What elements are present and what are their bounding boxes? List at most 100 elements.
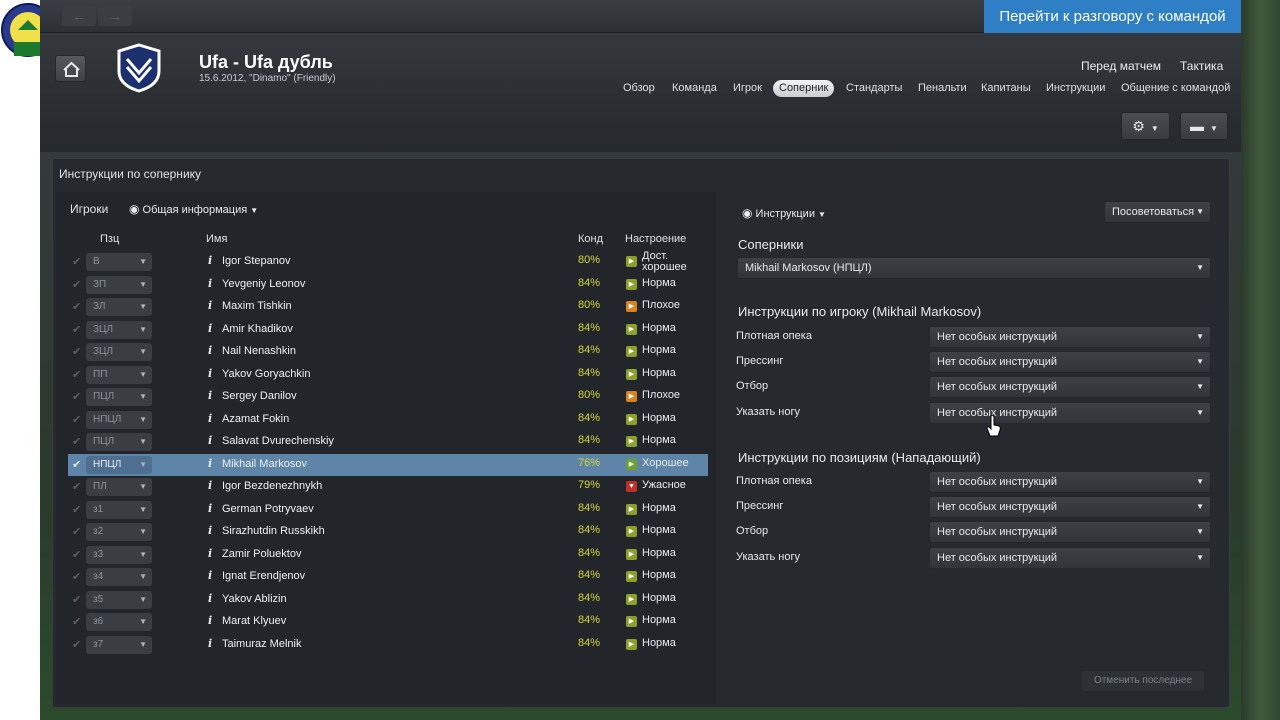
tab-penalties[interactable]: Пенальти [912,80,973,97]
check-icon[interactable]: ✔ [72,255,81,268]
check-icon[interactable]: ✔ [72,368,81,381]
player-row[interactable]: ✔ НПЦЛ ▼ i Azamat Fokin 84% ▶ Норма [68,409,708,431]
player-name[interactable]: Mikhail Markosov [222,458,307,470]
info-icon[interactable]: i [208,637,212,650]
player-row[interactable]: ✔ ЗЛ ▼ i Maxim Tishkin 80% ▶ Плохое [68,296,708,318]
player-row[interactable]: ✔ з3 ▼ i Zamir Poluektov 84% ▶ Норма [68,544,708,566]
position-select[interactable]: ПЛ ▼ [86,478,152,496]
info-icon[interactable]: i [208,367,212,380]
player-row[interactable]: ✔ ЗЦЛ ▼ i Amir Khadikov 84% ▶ Норма [68,319,708,341]
player-row[interactable]: ✔ В ▼ i Igor Stepanov 80% ▶ Дост. хорошее [68,251,708,273]
position-select[interactable]: з1 ▼ [86,500,152,519]
position-select[interactable]: ПЦЛ ▼ [86,388,152,406]
position-select[interactable]: ЗЦЛ ▼ [86,343,152,361]
player-row[interactable]: ✔ ЗП ▼ i Yevgeniy Leonov 84% ▶ Норма [68,274,708,296]
position-select[interactable]: з6 ▼ [86,613,152,631]
player-name[interactable]: Marat Klyuev [222,615,286,627]
instruction-select[interactable]: Нет особых инструкций ▼ [929,471,1211,493]
info-icon[interactable]: i [208,412,212,425]
check-icon[interactable]: ✔ [72,480,81,493]
column-mood[interactable]: Настроение [625,233,686,245]
check-icon[interactable]: ✔ [72,390,81,403]
check-icon[interactable]: ✔ [72,593,81,606]
player-row[interactable]: ✔ з6 ▼ i Marat Klyuev 84% ▶ Норма [68,611,708,633]
tab-team-talk[interactable]: Общение с командой [1115,80,1236,97]
column-position[interactable]: Пзц [100,233,119,245]
instruction-select[interactable]: Нет особых инструкций ▼ [929,376,1211,399]
check-icon[interactable]: ✔ [72,615,81,628]
chat-button[interactable]: ▬ ▼ [1180,112,1228,140]
position-select[interactable]: ЗЛ ▼ [86,298,152,316]
position-select[interactable]: з5 ▼ [86,590,152,609]
instruction-select[interactable]: Нет особых инструкций ▼ [929,521,1211,544]
instruction-select[interactable]: Нет особых инструкций ▼ [929,496,1211,519]
player-row[interactable]: ✔ з4 ▼ i Ignat Erendjenov 84% ▶ Норма [68,566,708,588]
check-icon[interactable]: ✔ [72,525,81,538]
instruction-select[interactable]: Нет особых инструкций ▼ [929,401,1211,424]
player-row[interactable]: ✔ ЗЦЛ ▼ i Nail Nenashkin 84% ▶ Норма [68,341,708,363]
info-icon[interactable]: i [208,592,212,605]
position-select[interactable]: ЗЦЛ ▼ [86,320,152,339]
info-icon[interactable]: i [208,299,212,312]
tab-overview[interactable]: Обзор [617,80,661,97]
position-select[interactable]: з2 ▼ [86,523,152,541]
player-row[interactable]: ✔ з2 ▼ i Sirazhutdin Russkikh 84% ▶ Норма [68,521,708,543]
instruction-select[interactable]: Нет особых инструкций ▼ [929,546,1211,569]
instruction-select[interactable]: Нет особых инструкций ▼ [929,351,1211,374]
position-select[interactable]: ПП ▼ [86,365,152,384]
check-icon[interactable]: ✔ [72,413,81,426]
instruction-select[interactable]: Нет особых инструкций ▼ [929,326,1211,348]
player-name[interactable]: Azamat Fokin [222,413,289,425]
player-row[interactable]: ✔ ПП ▼ i Yakov Goryachkin 84% ▶ Норма [68,364,708,386]
column-name[interactable]: Имя [206,233,227,245]
forward-button[interactable]: → [98,6,132,26]
info-icon[interactable]: i [208,479,212,492]
player-name[interactable]: Yakov Goryachkin [222,368,310,380]
check-icon[interactable]: ✔ [72,435,81,448]
tab-instructions[interactable]: Инструкции [1040,80,1111,97]
info-icon[interactable]: i [208,524,212,537]
link-pre-match[interactable]: Перед матчем [1081,59,1161,73]
check-icon[interactable]: ✔ [72,278,81,291]
check-icon[interactable]: ✔ [72,548,81,561]
position-select[interactable]: з7 ▼ [86,635,152,654]
info-icon[interactable]: i [208,614,212,627]
players-view-select[interactable]: ◉ Общая информация ▼ [129,202,258,216]
column-condition[interactable]: Конд [578,233,603,245]
check-icon[interactable]: ✔ [72,570,81,583]
position-select[interactable]: НПЦЛ ▼ [86,455,152,474]
home-button[interactable] [55,55,86,82]
player-name[interactable]: Igor Stepanov [222,255,291,267]
position-select[interactable]: В ▼ [86,253,152,271]
info-icon[interactable]: i [208,502,212,515]
player-name[interactable]: Nail Nenashkin [222,345,296,357]
player-name[interactable]: Zamir Poluektov [222,548,301,560]
info-icon[interactable]: i [208,434,212,447]
advise-button[interactable]: Посоветоваться ▼ [1104,201,1211,223]
position-select[interactable]: з4 ▼ [86,568,152,586]
link-tactics[interactable]: Тактика [1180,59,1223,73]
info-icon[interactable]: i [208,547,212,560]
player-name[interactable]: Salavat Dvurechenskiy [222,435,334,447]
tab-captains[interactable]: Капитаны [975,80,1037,97]
player-row[interactable]: ✔ з1 ▼ i German Potryvaev 84% ▶ Норма [68,499,708,521]
check-icon[interactable]: ✔ [72,503,81,516]
info-icon[interactable]: i [208,254,212,267]
player-name[interactable]: Yakov Ablizin [222,593,287,605]
player-name[interactable]: Sirazhutdin Russkikh [222,525,325,537]
player-name[interactable]: Ignat Erendjenov [222,570,305,582]
opponent-select[interactable]: Mikhail Markosov (НПЦЛ) ▼ [737,257,1211,279]
tab-set-pieces[interactable]: Стандарты [840,80,908,97]
player-name[interactable]: Yevgeniy Leonov [222,278,305,290]
check-icon[interactable]: ✔ [72,638,81,651]
settings-button[interactable]: ⚙ ▼ [1121,112,1170,140]
player-row[interactable]: ✔ ПЛ ▼ i Igor Bezdenezhnykh 79% ▼ Ужасное [68,476,708,498]
info-icon[interactable]: i [208,344,212,357]
player-name[interactable]: Sergey Danilov [222,390,297,402]
player-name[interactable]: German Potryvaev [222,503,314,515]
check-icon[interactable]: ✔ [72,300,81,313]
player-row[interactable]: ✔ ПЦЛ ▼ i Sergey Danilov 80% ▶ Плохое [68,386,708,408]
player-row[interactable]: ✔ з7 ▼ i Taimuraz Melnik 84% ▶ Норма [68,634,708,656]
position-select[interactable]: з3 ▼ [86,545,152,564]
check-icon[interactable]: ✔ [72,458,81,471]
